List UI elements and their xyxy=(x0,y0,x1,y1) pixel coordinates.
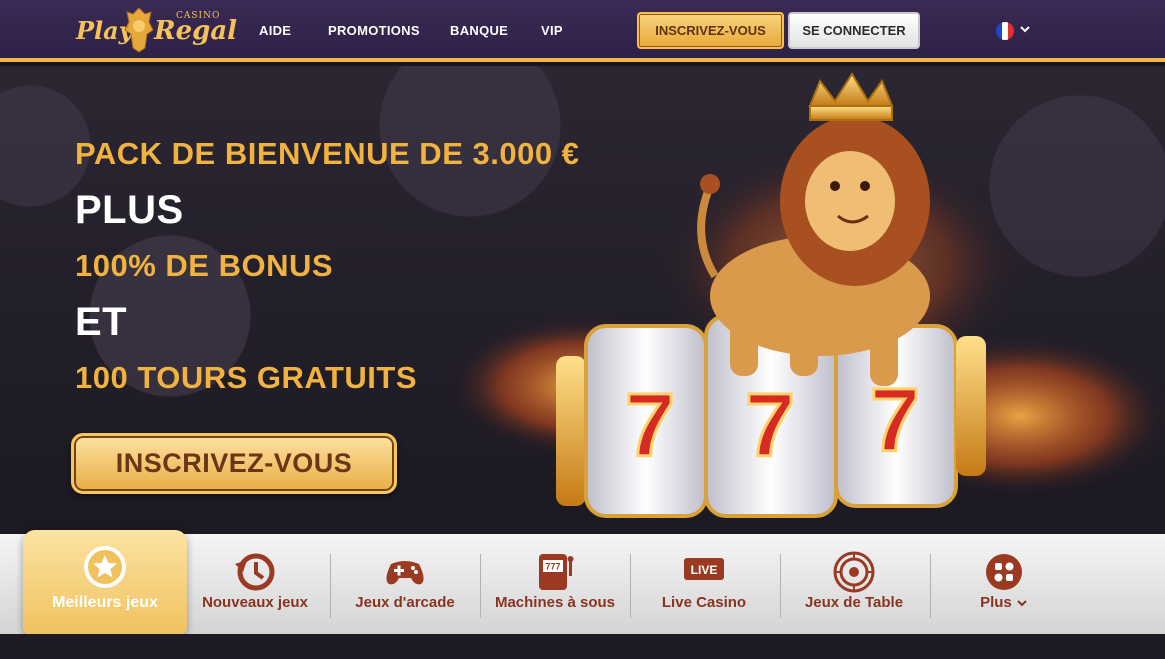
category-divider xyxy=(480,554,481,618)
lion-slot-illustration: 7 7 7 xyxy=(460,72,1165,518)
category-label: Meilleurs jeux xyxy=(52,594,158,611)
playregal-logo[interactable]: Play CASINO Regal xyxy=(74,4,237,56)
category-more-label: Plus xyxy=(980,594,1012,611)
gamepad-icon xyxy=(386,561,424,585)
nav-aide[interactable]: AIDE xyxy=(259,23,291,38)
chevron-down-icon xyxy=(1017,600,1027,607)
category-label: Plus xyxy=(940,594,1068,611)
nav-promotions[interactable]: PROMOTIONS xyxy=(328,23,420,38)
logo-regal-text: Regal xyxy=(154,16,238,46)
reel-seven-2: 7 xyxy=(745,376,795,476)
language-selector[interactable] xyxy=(994,20,1034,42)
roulette-icon xyxy=(833,551,875,593)
reel-seven-3: 7 xyxy=(870,371,920,471)
category-slot-machines[interactable]: 777 Machines à sous xyxy=(484,534,626,634)
category-divider xyxy=(780,554,781,618)
category-divider xyxy=(930,554,931,618)
category-divider xyxy=(630,554,631,618)
category-new-games[interactable]: Nouveaux jeux xyxy=(190,534,320,634)
category-label: Live Casino xyxy=(661,594,747,611)
nav-vip[interactable]: VIP xyxy=(541,23,563,38)
category-arcade-games[interactable]: Jeux d'arcade xyxy=(338,534,472,634)
hero-banner: PACK DE BIENVENUE DE 3.000 € PLUS 100% D… xyxy=(0,66,1165,534)
category-label: Machines à sous xyxy=(494,594,616,611)
category-divider xyxy=(330,554,331,618)
grid-icon xyxy=(986,554,1022,590)
live-icon-text: LIVE xyxy=(691,563,718,577)
category-table-games[interactable]: Jeux de Table xyxy=(790,534,918,634)
hero-et: ET xyxy=(75,300,128,344)
reel-seven-1: 7 xyxy=(625,376,675,476)
star-icon xyxy=(84,546,126,588)
hero-signup-button[interactable]: INSCRIVEZ-VOUS xyxy=(71,433,397,494)
history-icon xyxy=(235,553,275,591)
category-label: Jeux d'arcade xyxy=(355,594,455,611)
signup-button[interactable]: INSCRIVEZ-VOUS xyxy=(637,12,784,49)
hero-bonus: 100% DE BONUS xyxy=(75,248,334,283)
live-icon: LIVE xyxy=(684,558,724,580)
hero-plus: PLUS xyxy=(75,188,184,232)
chevron-down-icon xyxy=(1020,26,1030,33)
nav-banque[interactable]: BANQUE xyxy=(450,23,508,38)
category-best-games[interactable]: Meilleurs jeux xyxy=(23,530,187,638)
slot-machine-icon: 777 xyxy=(539,554,574,590)
category-live-casino[interactable]: LIVE Live Casino xyxy=(640,534,768,634)
page-bottom-strip xyxy=(0,634,1165,659)
slot-icon-text: 777 xyxy=(545,562,560,572)
category-label: Jeux de Table xyxy=(804,594,904,611)
france-flag-icon xyxy=(996,22,1014,40)
site-header: Play CASINO Regal AIDE PROMOTIONS BANQUE… xyxy=(0,0,1165,62)
lion-logo-icon xyxy=(124,7,154,53)
category-label: Nouveaux jeux xyxy=(202,594,308,611)
category-more[interactable]: Plus xyxy=(940,534,1068,634)
login-button[interactable]: SE CONNECTER xyxy=(788,12,920,49)
hero-free-spins: 100 TOURS GRATUITS xyxy=(75,360,418,395)
